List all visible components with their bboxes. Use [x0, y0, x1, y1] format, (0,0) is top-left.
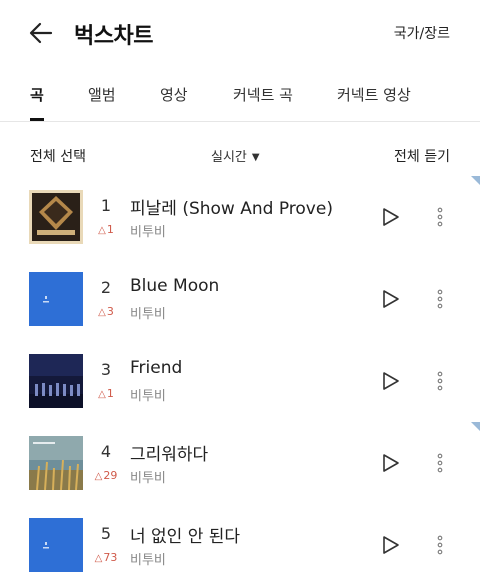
rank-up-icon: △ — [98, 307, 106, 318]
play-icon[interactable] — [381, 371, 401, 391]
play-icon[interactable] — [381, 289, 401, 309]
track-artist[interactable]: 비투비 — [130, 385, 166, 404]
album-cover-night[interactable] — [29, 354, 83, 408]
album-cover-blue[interactable] — [29, 518, 83, 572]
track-row[interactable]: 5 △73 너 없인 안 된다 비투비 — [0, 504, 480, 586]
track-artist[interactable]: 비투비 — [130, 303, 166, 322]
track-title[interactable]: Blue Moon — [130, 276, 219, 296]
track-title[interactable]: 너 없인 안 된다 — [130, 522, 240, 547]
list-toolbar: 전체 선택 실시간 ▼ 전체 듣기 — [0, 140, 480, 170]
sort-dropdown[interactable]: 실시간 ▼ — [211, 146, 260, 165]
more-options-icon[interactable] — [432, 206, 448, 228]
track-artist[interactable]: 비투비 — [130, 467, 166, 486]
rank-change-value: 73 — [103, 551, 118, 564]
track-rank: 1 — [100, 196, 112, 215]
corner-marker — [471, 176, 480, 185]
rank-change-value: 29 — [103, 469, 118, 482]
track-row[interactable]: 3 △1 Friend 비투비 — [0, 340, 480, 422]
rank-change-value: 1 — [106, 387, 114, 400]
tab-videos[interactable]: 영상 — [160, 84, 188, 105]
rank-change: △1 — [92, 223, 120, 236]
rank-change-value: 3 — [106, 305, 114, 318]
track-rank: 2 — [100, 278, 112, 297]
active-tab-indicator — [30, 118, 44, 121]
play-icon[interactable] — [381, 453, 401, 473]
more-options-icon[interactable] — [432, 288, 448, 310]
tab-albums[interactable]: 앨범 — [88, 84, 116, 105]
track-artist[interactable]: 비투비 — [130, 221, 166, 240]
play-icon[interactable] — [381, 207, 401, 227]
track-rank: 5 — [100, 524, 112, 543]
album-cover-finale[interactable] — [29, 190, 83, 244]
rank-change: △73 — [92, 551, 120, 564]
rank-change: △29 — [92, 469, 120, 482]
sort-dropdown-label: 실시간 — [211, 150, 247, 165]
track-row[interactable]: 1 △1 피날레 (Show And Prove) 비투비 — [0, 176, 480, 258]
chart-tabs: 곡 앨범 영상 커넥트 곡 커넥트 영상 — [0, 66, 480, 122]
play-all-button[interactable]: 전체 듣기 — [394, 146, 450, 166]
rank-change: △1 — [92, 387, 120, 400]
track-title[interactable]: Friend — [130, 358, 182, 378]
track-row[interactable]: 4 △29 그리워하다 비투비 — [0, 422, 480, 504]
track-artist[interactable]: 비투비 — [130, 549, 166, 568]
app-header: 벅스차트 국가/장르 — [0, 0, 480, 66]
more-options-icon[interactable] — [432, 452, 448, 474]
page-title: 벅스차트 — [74, 24, 153, 49]
tab-connect-songs[interactable]: 커넥트 곡 — [233, 84, 293, 105]
track-row[interactable]: 2 △3 Blue Moon 비투비 — [0, 258, 480, 340]
tab-connect-videos[interactable]: 커넥트 영상 — [337, 84, 411, 105]
rank-change: △3 — [92, 305, 120, 318]
rank-change-value: 1 — [106, 223, 114, 236]
rank-up-icon: △ — [98, 225, 106, 236]
corner-marker — [471, 422, 480, 431]
track-rank: 3 — [100, 360, 112, 379]
track-title[interactable]: 피날레 (Show And Prove) — [130, 194, 333, 219]
album-cover-blue[interactable] — [29, 272, 83, 326]
country-genre-link[interactable]: 국가/장르 — [394, 23, 450, 43]
back-arrow-icon[interactable] — [26, 18, 56, 48]
more-options-icon[interactable] — [432, 534, 448, 556]
track-rank: 4 — [100, 442, 112, 461]
rank-up-icon: △ — [94, 553, 103, 564]
album-cover-field[interactable] — [29, 436, 83, 490]
track-title[interactable]: 그리워하다 — [130, 440, 208, 465]
play-icon[interactable] — [381, 535, 401, 555]
rank-up-icon: △ — [94, 471, 103, 482]
more-options-icon[interactable] — [432, 370, 448, 392]
caret-down-icon: ▼ — [251, 152, 260, 163]
select-all-button[interactable]: 전체 선택 — [30, 146, 86, 166]
rank-up-icon: △ — [98, 389, 106, 400]
tab-songs[interactable]: 곡 — [30, 84, 44, 105]
